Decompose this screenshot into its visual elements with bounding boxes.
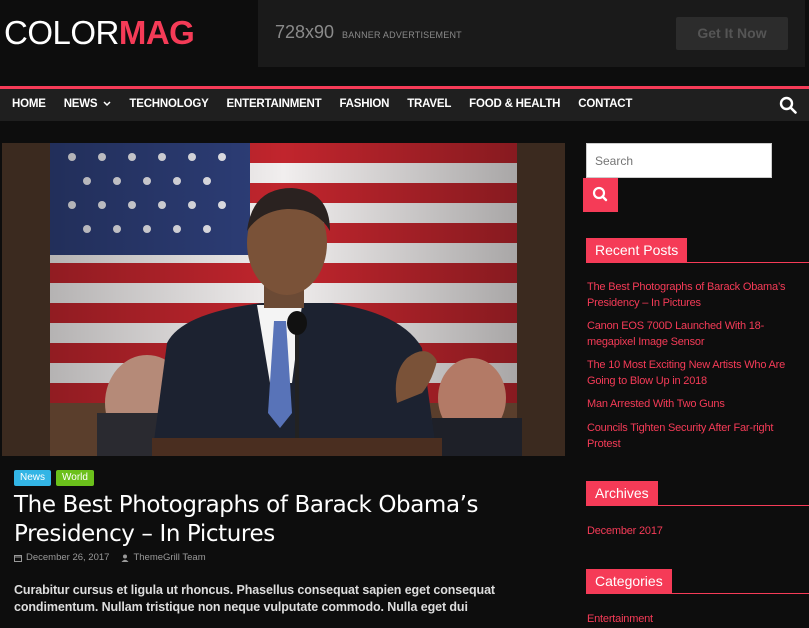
categories-title: Categories	[586, 569, 672, 594]
banner-ad[interactable]: 728x90 BANNER ADVERTISEMENT Get It Now	[258, 0, 805, 67]
nav-item-contact[interactable]: CONTACT	[569, 89, 641, 119]
post-date-text: December 26, 2017	[26, 552, 110, 563]
category-link[interactable]: Entertainment	[587, 611, 802, 627]
site-logo[interactable]: COLORMAG	[4, 14, 195, 52]
recent-post-link[interactable]: Canon EOS 700D Launched With 18-megapixe…	[587, 318, 802, 350]
search-icon	[592, 186, 608, 202]
nav-item-travel[interactable]: TRAVEL	[398, 89, 460, 119]
banner-label: BANNER ADVERTISEMENT	[342, 30, 462, 40]
archives-title: Archives	[586, 481, 658, 506]
nav-item-news[interactable]: NEWS	[55, 89, 121, 119]
sidebar-search-button[interactable]	[583, 178, 618, 212]
recent-posts-heading: Recent Posts	[586, 238, 809, 263]
chevron-down-icon	[103, 101, 111, 107]
nav-item-fashion[interactable]: FASHION	[330, 89, 398, 119]
banner-size: 728x90	[275, 22, 335, 42]
recent-post-link[interactable]: The 10 Most Exciting New Artists Who Are…	[587, 357, 802, 389]
calendar-icon	[14, 554, 22, 562]
site-header: COLORMAG 728x90 BANNER ADVERTISEMENT Get…	[0, 0, 809, 86]
user-icon	[121, 554, 129, 562]
recent-posts-title: Recent Posts	[586, 238, 688, 263]
post-meta: December 26, 2017 ThemeGrill Team	[14, 552, 206, 563]
recent-post-link[interactable]: The Best Photographs of Barack Obama’s P…	[587, 279, 802, 311]
post-tags: News World	[14, 470, 94, 486]
recent-post-link[interactable]: Man Arrested With Two Guns	[587, 396, 802, 412]
get-it-now-button[interactable]: Get It Now	[676, 17, 788, 50]
sidebar-search-input[interactable]	[586, 143, 772, 178]
categories-heading: Categories	[586, 569, 809, 594]
featured-photo-illustration	[2, 143, 565, 456]
post-author-text: ThemeGrill Team	[133, 552, 206, 563]
post-excerpt: Curabitur cursus et ligula ut rhoncus. P…	[14, 583, 495, 614]
logo-text-mag: MAG	[118, 14, 195, 51]
nav-item-home[interactable]: HOME	[3, 89, 55, 119]
nav-item-food-health[interactable]: FOOD & HEALTH	[460, 89, 569, 119]
post-date[interactable]: December 26, 2017	[14, 552, 109, 563]
nav-item-technology[interactable]: TECHNOLOGY	[120, 89, 217, 119]
archive-link[interactable]: December 2017	[587, 523, 802, 539]
post-title[interactable]: The Best Photographs of Barack Obama’s P…	[14, 491, 534, 549]
featured-image[interactable]	[2, 143, 565, 456]
search-icon[interactable]	[779, 96, 797, 114]
archives-heading: Archives	[586, 481, 809, 506]
tag-world[interactable]: World	[56, 470, 94, 486]
logo-text-color: COLOR	[4, 14, 119, 51]
recent-post-link[interactable]: Councils Tighten Security After Far-righ…	[587, 420, 802, 452]
nav-item-entertainment[interactable]: ENTERTAINMENT	[218, 89, 331, 119]
post-author[interactable]: ThemeGrill Team	[121, 552, 206, 563]
main-nav: HOME NEWS TECHNOLOGY ENTERTAINMENT FASHI…	[0, 89, 809, 121]
tag-news[interactable]: News	[14, 470, 52, 486]
nav-news-label: NEWS	[63, 98, 98, 110]
